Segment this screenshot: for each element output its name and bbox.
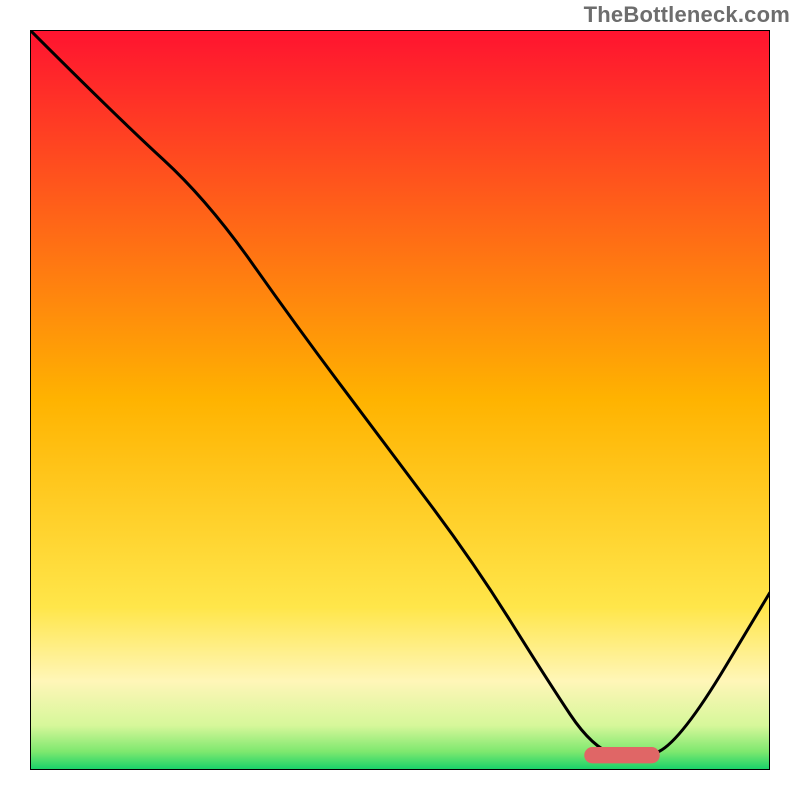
plot-background: [30, 30, 770, 770]
bottleneck-chart: [30, 30, 770, 770]
chart-container: TheBottleneck.com: [0, 0, 800, 800]
watermark-text: TheBottleneck.com: [584, 2, 790, 28]
